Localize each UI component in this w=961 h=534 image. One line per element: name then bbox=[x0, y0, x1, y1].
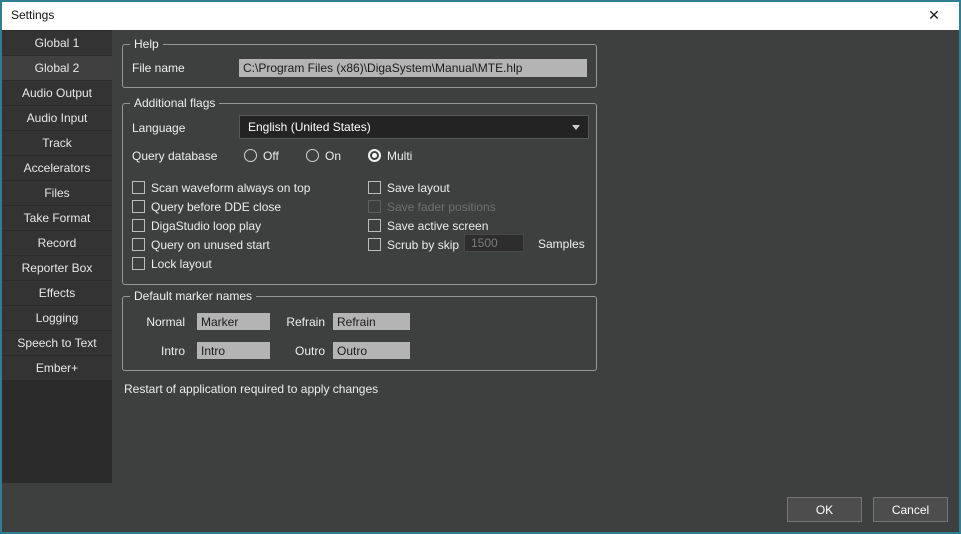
titlebar: Settings ✕ bbox=[0, 0, 961, 30]
scrub-samples-input bbox=[464, 234, 524, 252]
checkbox-icon bbox=[132, 238, 145, 251]
chevron-down-icon bbox=[572, 125, 580, 130]
close-button[interactable]: ✕ bbox=[915, 2, 953, 28]
radio-query-multi[interactable]: Multi bbox=[368, 148, 412, 163]
checkbox-scrub-by-skip[interactable]: Scrub by skip bbox=[368, 237, 459, 252]
radio-icon bbox=[368, 149, 381, 162]
intro-marker-input[interactable] bbox=[197, 342, 270, 359]
refrain-marker-input[interactable] bbox=[333, 313, 410, 330]
checkbox-icon bbox=[368, 238, 381, 251]
sidebar-item-audio-input[interactable]: Audio Input bbox=[2, 106, 112, 130]
additional-flags-group-label: Additional flags bbox=[130, 96, 219, 110]
checkbox-query-before-dde-close[interactable]: Query before DDE close bbox=[132, 199, 281, 214]
checkbox-icon bbox=[368, 181, 381, 194]
sidebar-item-take-format[interactable]: Take Format bbox=[2, 206, 112, 230]
sidebar-item-effects[interactable]: Effects bbox=[2, 281, 112, 305]
default-marker-names-group-label: Default marker names bbox=[130, 289, 256, 303]
close-icon: ✕ bbox=[928, 7, 940, 23]
checkbox-lock-layout[interactable]: Lock layout bbox=[132, 256, 212, 271]
outro-marker-label: Outro bbox=[271, 343, 325, 359]
checkbox-icon bbox=[132, 219, 145, 232]
checkbox-scan-waveform-always-on-top[interactable]: Scan waveform always on top bbox=[132, 180, 310, 195]
checkbox-save-active-screen[interactable]: Save active screen bbox=[368, 218, 488, 233]
checkbox-label: Save layout bbox=[387, 181, 450, 195]
radio-query-multi-label: Multi bbox=[387, 149, 412, 163]
sidebar-item-logging[interactable]: Logging bbox=[2, 306, 112, 330]
outro-marker-input[interactable] bbox=[333, 342, 410, 359]
window-title: Settings bbox=[11, 0, 54, 30]
checkbox-label: Query on unused start bbox=[151, 238, 270, 252]
radio-query-off[interactable]: Off bbox=[244, 148, 279, 163]
checkbox-query-on-unused-start[interactable]: Query on unused start bbox=[132, 237, 270, 252]
checkbox-label: Scan waveform always on top bbox=[151, 181, 310, 195]
restart-note: Restart of application required to apply… bbox=[124, 382, 378, 396]
checkbox-save-layout[interactable]: Save layout bbox=[368, 180, 450, 195]
sidebar-item-audio-output[interactable]: Audio Output bbox=[2, 81, 112, 105]
normal-marker-input[interactable] bbox=[197, 313, 270, 330]
sidebar-item-reporter-box[interactable]: Reporter Box bbox=[2, 256, 112, 280]
default-marker-names-group: Default marker names Normal Refrain Intr… bbox=[122, 296, 597, 371]
checkbox-label: Save active screen bbox=[387, 219, 488, 233]
normal-marker-label: Normal bbox=[131, 314, 185, 330]
file-name-input[interactable] bbox=[239, 59, 587, 77]
checkbox-icon bbox=[368, 200, 381, 213]
radio-query-off-label: Off bbox=[263, 149, 279, 163]
checkbox-icon bbox=[368, 219, 381, 232]
file-name-label: File name bbox=[132, 60, 185, 76]
cancel-button[interactable]: Cancel bbox=[873, 497, 948, 522]
checkbox-label: Save fader positions bbox=[387, 200, 496, 214]
checkbox-icon bbox=[132, 257, 145, 270]
sidebar-item-global-2[interactable]: Global 2 bbox=[2, 56, 112, 80]
radio-query-on[interactable]: On bbox=[306, 148, 341, 163]
checkbox-label: Query before DDE close bbox=[151, 200, 281, 214]
language-dropdown[interactable]: English (United States) bbox=[239, 115, 589, 139]
sidebar: Global 1 Global 2 Audio Output Audio Inp… bbox=[0, 30, 112, 483]
sidebar-item-record[interactable]: Record bbox=[2, 231, 112, 255]
query-database-label: Query database bbox=[132, 148, 217, 164]
settings-window: Settings ✕ Global 1 Global 2 Audio Outpu… bbox=[0, 0, 961, 534]
samples-unit-label: Samples bbox=[538, 236, 585, 252]
radio-icon bbox=[306, 149, 319, 162]
help-group-label: Help bbox=[130, 37, 163, 51]
sidebar-item-ember[interactable]: Ember+ bbox=[2, 356, 112, 380]
intro-marker-label: Intro bbox=[131, 343, 185, 359]
refrain-marker-label: Refrain bbox=[271, 314, 325, 330]
checkbox-label: Scrub by skip bbox=[387, 238, 459, 252]
checkbox-label: DigaStudio loop play bbox=[151, 219, 261, 233]
ok-button[interactable]: OK bbox=[787, 497, 862, 522]
sidebar-item-accelerators[interactable]: Accelerators bbox=[2, 156, 112, 180]
checkbox-label: Lock layout bbox=[151, 257, 212, 271]
sidebar-item-speech-to-text[interactable]: Speech to Text bbox=[2, 331, 112, 355]
sidebar-item-global-1[interactable]: Global 1 bbox=[2, 31, 112, 55]
checkbox-digastudio-loop-play[interactable]: DigaStudio loop play bbox=[132, 218, 261, 233]
checkbox-save-fader-positions: Save fader positions bbox=[368, 199, 496, 214]
radio-query-on-label: On bbox=[325, 149, 341, 163]
help-group: Help File name bbox=[122, 44, 597, 88]
checkbox-icon bbox=[132, 200, 145, 213]
radio-icon bbox=[244, 149, 257, 162]
language-dropdown-value: English (United States) bbox=[248, 120, 371, 134]
sidebar-item-track[interactable]: Track bbox=[2, 131, 112, 155]
additional-flags-group: Additional flags Language English (Unite… bbox=[122, 103, 597, 285]
checkbox-icon bbox=[132, 181, 145, 194]
language-label: Language bbox=[132, 120, 185, 136]
sidebar-item-files[interactable]: Files bbox=[2, 181, 112, 205]
